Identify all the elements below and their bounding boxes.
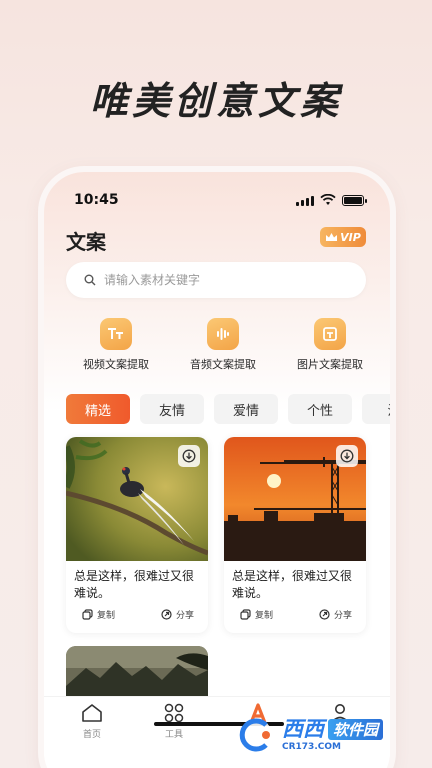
content-card[interactable]: 总是这样，很难过又很难说。 复制 分享 — [66, 437, 208, 633]
tab-featured[interactable]: 精选 — [66, 394, 130, 424]
page-title: 文案 — [66, 230, 106, 254]
tool-image-extract[interactable]: 图片文案提取 — [280, 318, 380, 372]
watermark-brand: 西西 — [282, 717, 324, 741]
copy-button[interactable]: 复制 — [82, 608, 115, 621]
search-bar[interactable] — [66, 262, 366, 298]
copy-label: 复制 — [97, 611, 116, 621]
share-button[interactable]: 分享 — [161, 608, 194, 621]
promo-headline: 唯美创意文案 — [89, 79, 342, 123]
download-icon[interactable] — [178, 445, 200, 467]
search-input[interactable] — [104, 273, 344, 287]
tab-healing[interactable]: 治 — [362, 394, 390, 424]
tab-personality[interactable]: 个性 — [288, 394, 352, 424]
text-icon — [100, 318, 132, 350]
nav-home-label: 首页 — [82, 730, 101, 740]
share-label: 分享 — [175, 611, 194, 621]
share-icon — [319, 609, 330, 620]
vip-badge[interactable]: VIP — [320, 227, 366, 247]
image-text-icon — [314, 318, 346, 350]
copy-label: 复制 — [255, 611, 274, 621]
card-image-bird — [66, 437, 208, 561]
tab-love[interactable]: 爱情 — [214, 394, 278, 424]
nav-home[interactable]: 首页 — [62, 703, 122, 740]
share-label: 分享 — [333, 611, 352, 621]
battery-icon — [342, 194, 367, 206]
category-tabs: 精选 友情 爱情 个性 治 — [66, 394, 390, 424]
status-bar: 10:45 — [74, 190, 367, 210]
tool-audio-extract[interactable]: 音频文案提取 — [173, 318, 273, 372]
search-icon — [84, 274, 96, 286]
watermark-url: CR173.COM — [282, 741, 341, 752]
download-icon[interactable] — [336, 445, 358, 467]
watermark-logo-icon — [239, 718, 272, 752]
tool-label: 视频文案提取 — [83, 358, 149, 371]
tool-label: 图片文案提取 — [297, 358, 363, 371]
tool-row: 视频文案提取 音频文案提取 图片文案提取 — [66, 318, 380, 372]
audio-wave-icon — [207, 318, 239, 350]
copy-icon — [82, 609, 93, 620]
copy-icon — [240, 609, 251, 620]
signal-icon — [296, 194, 314, 206]
card-text: 总是这样，很难过又很难说。 — [232, 569, 353, 600]
phone-frame: 10:45 文案 VIP 视频文案提取 音频文案提取 — [44, 172, 390, 768]
home-icon — [82, 704, 102, 722]
card-text: 总是这样，很难过又很难说。 — [74, 569, 195, 600]
tool-label: 音频文案提取 — [190, 358, 256, 371]
grid-icon — [164, 703, 184, 723]
copy-button[interactable]: 复制 — [240, 608, 273, 621]
vip-label: VIP — [340, 230, 361, 244]
tool-video-extract[interactable]: 视频文案提取 — [66, 318, 166, 372]
share-icon — [161, 609, 172, 620]
wifi-icon — [320, 194, 336, 205]
crown-icon — [326, 233, 338, 241]
watermark: 西西 软件园 CR173.COM — [236, 714, 416, 756]
share-button[interactable]: 分享 — [319, 608, 352, 621]
content-card[interactable]: 总是这样，很难过又很难说。 复制 分享 — [224, 437, 366, 633]
tab-friendship[interactable]: 友情 — [140, 394, 204, 424]
nav-tools-label: 工具 — [164, 730, 183, 740]
card-image-sunset — [224, 437, 366, 561]
status-time: 10:45 — [74, 192, 119, 208]
watermark-sub: 软件园 — [328, 718, 384, 740]
